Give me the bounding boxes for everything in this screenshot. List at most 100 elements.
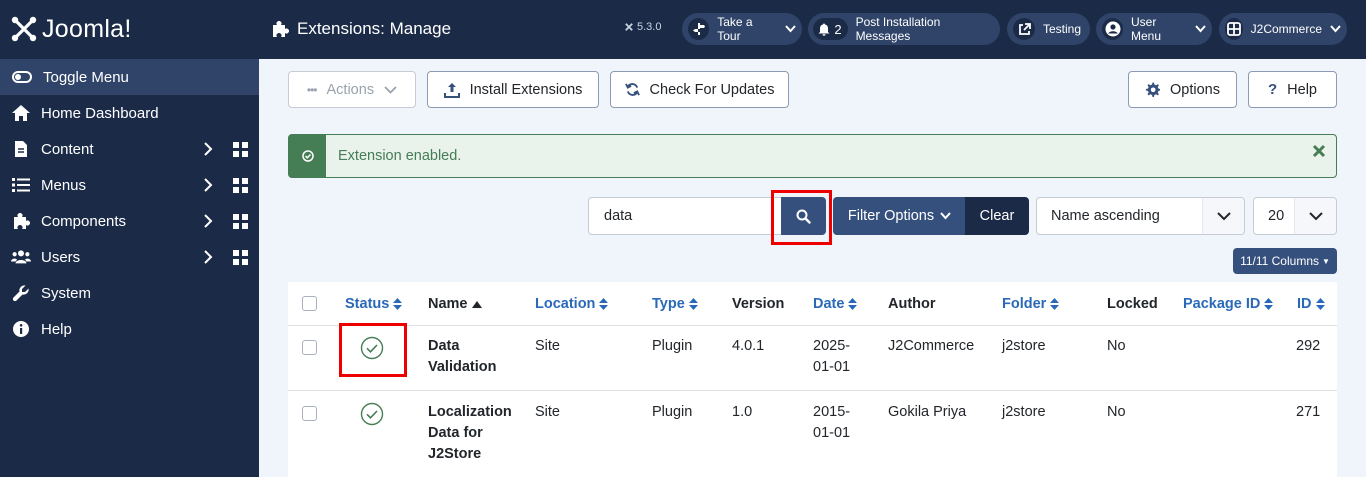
select-all-checkbox[interactable] [302,296,317,311]
close-icon[interactable] [1312,144,1326,161]
column-header-type[interactable]: Type [652,296,698,312]
clear-label: Clear [979,208,1015,224]
search-button-highlight [771,190,832,245]
column-header-location[interactable]: Location [535,296,609,312]
grid-icon[interactable] [233,142,248,157]
extensions-table: Status Name Location Type Version Date A… [288,282,1337,477]
enabled-check-icon[interactable] [360,402,384,426]
signpost-icon [688,18,710,40]
sidebar-item-users[interactable]: Users [0,239,259,275]
puzzle-icon [273,21,289,37]
id-cell: 292 [1296,338,1321,354]
options-button[interactable]: Options [1128,71,1237,108]
sidebar-item-home-dashboard[interactable]: Home Dashboard [0,95,259,131]
list-limit-select[interactable]: 20 [1253,197,1337,235]
file-icon [11,140,31,158]
extension-name-link[interactable]: Localization Data for J2Store [428,402,512,465]
status-highlight [339,323,407,377]
date-line: 01-01 [813,425,851,441]
chevron-down-icon [1195,22,1206,36]
joomla-logo-text: Joomla! [42,14,132,43]
sidebar-item-help[interactable]: Help [0,311,259,347]
testing-label: Testing [1043,22,1082,36]
users-icon [11,248,31,266]
chevron-right-icon[interactable] [203,142,213,160]
user-menu-button[interactable]: User Menu [1096,13,1212,45]
header-label: Type [652,296,685,312]
filter-options-button[interactable]: Filter Options [833,197,966,235]
ordering-value: Name ascending [1051,208,1160,224]
type-cell: Plugin [652,404,693,420]
info-icon [11,320,31,338]
folder-cell: j2store [1002,338,1046,354]
column-header-name[interactable]: Name [428,296,482,312]
post-installation-label: Post Installation Messages [855,15,941,43]
location-cell: Site [535,338,560,354]
question-icon: ? [1268,81,1278,98]
column-header-date[interactable]: Date [813,296,858,312]
toggle-menu-button[interactable]: Toggle Menu [0,59,259,95]
column-header-status[interactable]: Status [345,296,403,312]
list-icon [11,176,31,194]
column-header-id[interactable]: ID [1297,296,1325,312]
date-cell: 2015- 01-01 [813,402,850,444]
name-line: Data for [428,425,483,441]
chevron-right-icon[interactable] [203,250,213,268]
column-header-version: Version [732,296,784,312]
name-line: Localization [428,404,512,420]
sort-icon [1050,298,1060,310]
actions-dropdown[interactable]: ••• Actions [288,71,416,108]
success-alert: Extension enabled. [288,134,1337,178]
clear-button[interactable]: Clear [965,197,1029,235]
columns-dropdown-button[interactable]: 11/11 Columns ▼ [1233,248,1337,274]
filter-options-label: Filter Options [847,208,935,224]
ellipsis-icon: ••• [306,82,318,97]
grid-icon[interactable] [233,178,248,193]
column-header-folder[interactable]: Folder [1002,296,1060,312]
sidebar-item-menus[interactable]: Menus [0,167,259,203]
header-divider [288,325,1337,326]
joomla-version: 5.3.0 [624,21,661,33]
extension-name-link[interactable]: Data Validation [428,336,497,378]
row-checkbox[interactable] [302,406,317,421]
name-line: J2Store [428,446,482,462]
column-header-package-id[interactable]: Package ID [1183,296,1274,312]
sidebar-item-components[interactable]: Components [0,203,259,239]
j2commerce-menu-button[interactable]: J2Commerce [1219,13,1347,45]
sidebar-item-system[interactable]: System [0,275,259,311]
ordering-select[interactable]: Name ascending [1036,197,1245,235]
version-text: 5.3.0 [637,21,662,33]
testing-site-button[interactable]: Testing [1007,13,1090,45]
header: Extensions: Manage 5.3.0 Take a Tour 2 P… [259,0,1366,59]
version-cell: 1.0 [732,404,753,420]
search-input[interactable]: data [588,197,782,235]
post-installation-messages-button[interactable]: 2 Post Installation Messages [808,13,1000,45]
caret-down-icon: ▼ [1322,256,1330,266]
sort-icon [1264,298,1274,310]
header-label: Name [428,296,468,312]
author-cell: J2Commerce [888,338,975,354]
help-button[interactable]: ? Help [1248,71,1337,108]
install-extensions-button[interactable]: Install Extensions [427,71,599,108]
sidebar-item-content[interactable]: Content [0,131,259,167]
column-header-locked: Locked [1107,296,1158,312]
joomla-logo[interactable]: Joomla! [10,13,132,45]
grid-icon[interactable] [233,250,248,265]
header-label: Location [535,296,596,312]
actions-label: Actions [326,81,375,98]
chevron-right-icon[interactable] [203,214,213,232]
apps-grid-icon [1225,18,1243,40]
grid-icon[interactable] [233,214,248,229]
name-line: Data [428,338,460,354]
chevron-right-icon[interactable] [203,178,213,196]
folder-cell: j2store [1002,404,1046,420]
sort-icon [393,298,403,310]
take-a-tour-button[interactable]: Take a Tour [682,13,802,45]
row-checkbox[interactable] [302,340,317,355]
chevron-down-icon [384,85,397,94]
joomla-logo-icon [11,16,37,42]
check-circle-icon [301,150,314,162]
joomla-mini-icon [625,23,633,31]
check-for-updates-button[interactable]: Check For Updates [610,71,789,108]
install-extensions-label: Install Extensions [469,81,583,98]
